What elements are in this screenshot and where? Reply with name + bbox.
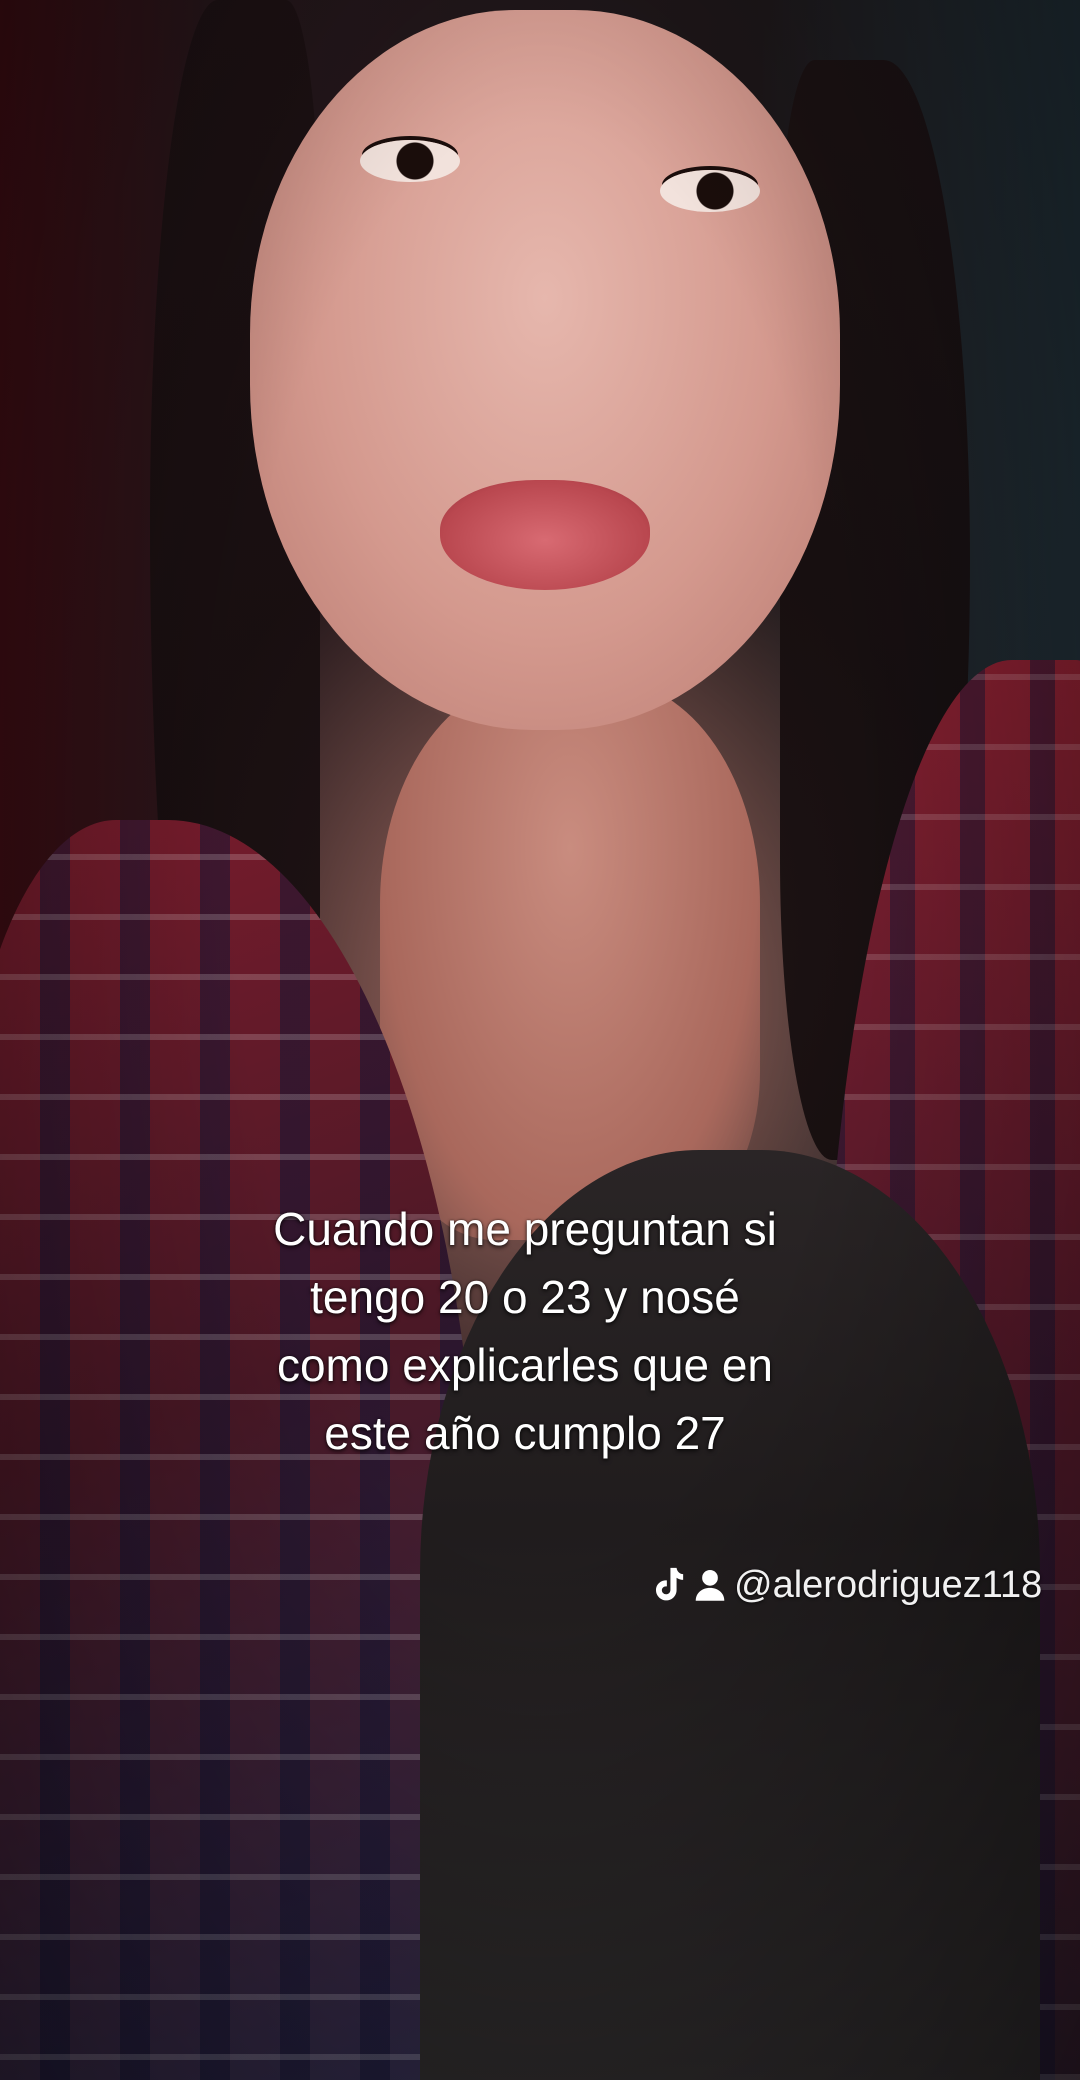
person-icon (692, 1565, 728, 1605)
watermark-username: @alerodriguez118 (734, 1563, 1043, 1606)
tiktok-logo-icon (650, 1565, 686, 1605)
caption-line: este año cumplo 27 (324, 1407, 726, 1459)
tiktok-watermark: @alerodriguez118 (650, 1560, 1042, 1610)
caption-line: tengo 20 o 23 y nosé (310, 1271, 740, 1323)
caption-line: Cuando me preguntan si (273, 1203, 777, 1255)
video-frame: Cuando me preguntan si tengo 20 o 23 y n… (0, 0, 1080, 2080)
video-caption: Cuando me preguntan si tengo 20 o 23 y n… (200, 1195, 850, 1467)
vignette (0, 0, 1080, 2080)
caption-line: como explicarles que en (276, 1339, 774, 1391)
